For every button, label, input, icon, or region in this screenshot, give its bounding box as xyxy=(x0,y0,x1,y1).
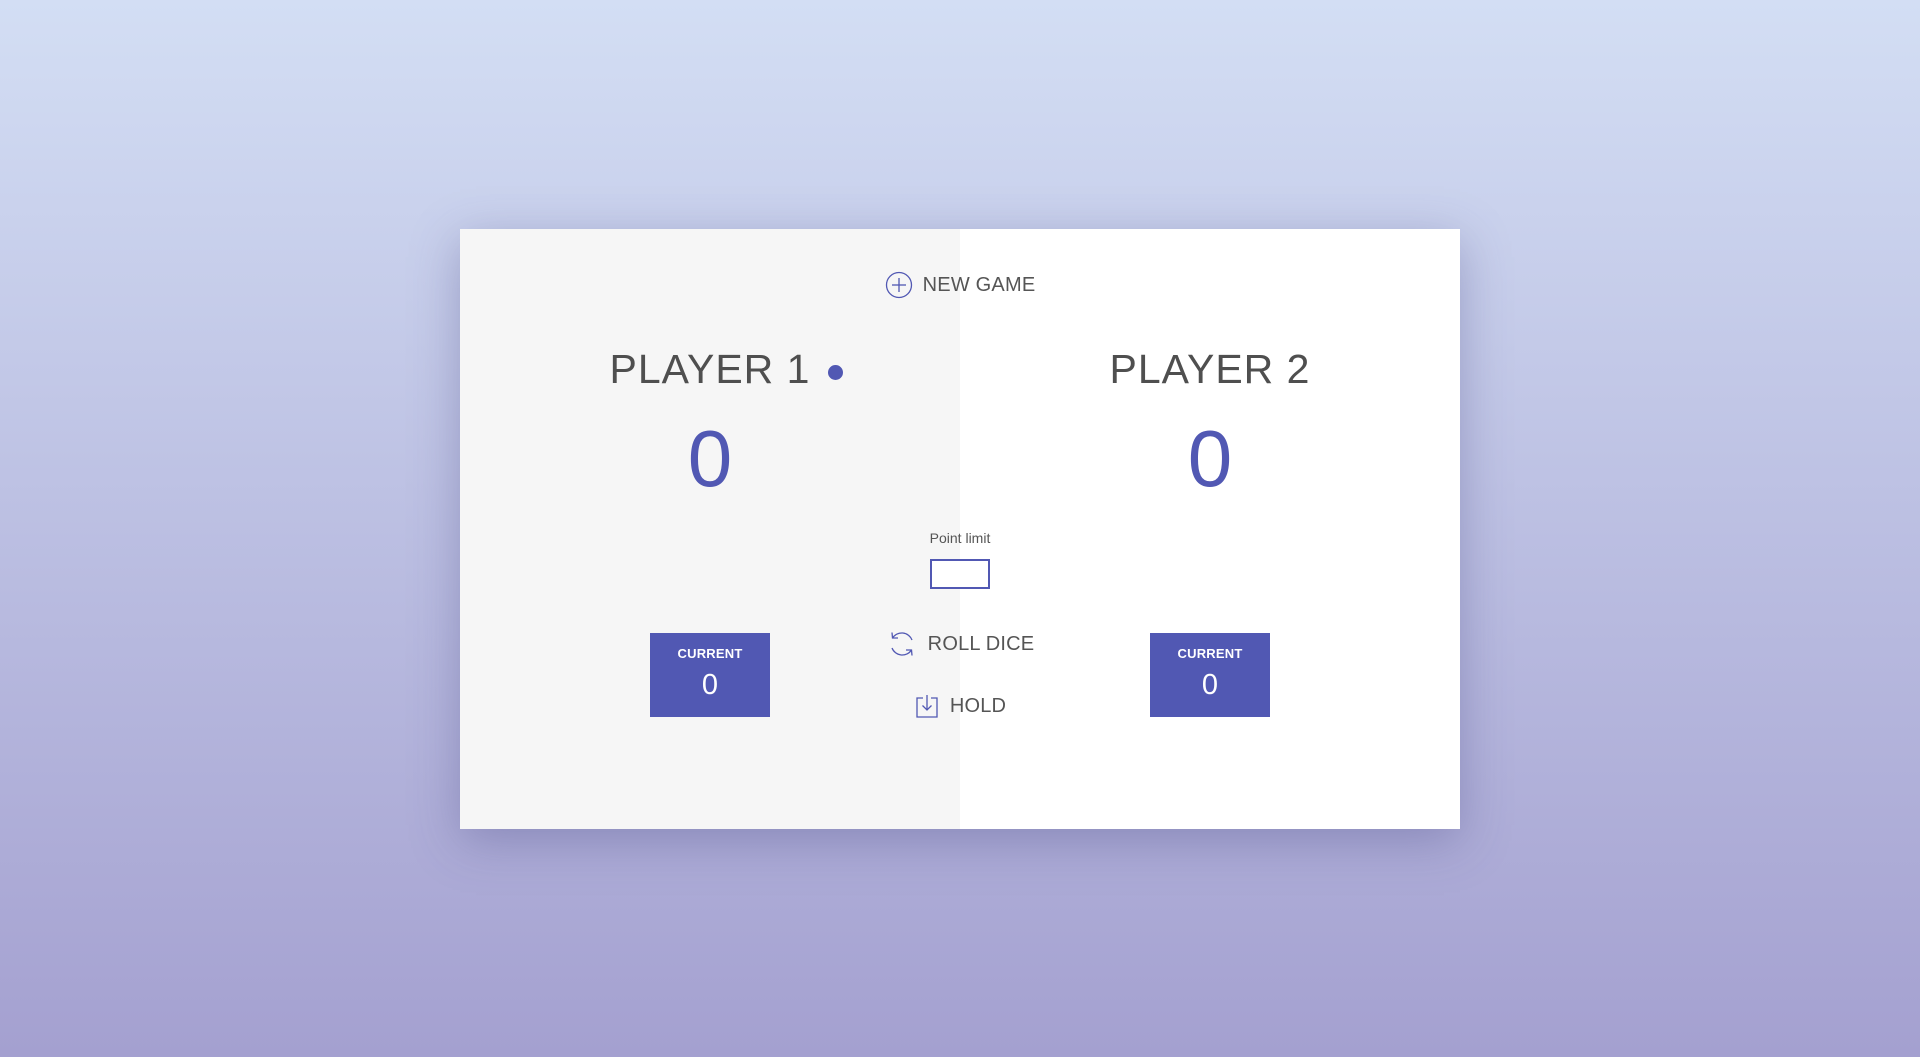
player-2-current-box: CURRENT 0 xyxy=(1150,633,1270,717)
roll-dice-label: ROLL DICE xyxy=(927,632,1035,655)
download-icon xyxy=(916,695,938,718)
refresh-icon xyxy=(891,632,913,656)
plus-circle-icon xyxy=(885,271,912,299)
player-1-score: 0 xyxy=(687,414,733,503)
player-2-panel: PLAYER 2 0 CURRENT 0 xyxy=(960,229,1460,829)
active-dot-icon xyxy=(828,365,843,380)
player-2-current-score: 0 xyxy=(1201,669,1219,701)
game-board: PLAYER 1 0 CURRENT 0 PLAYER 2 0 CURRENT … xyxy=(460,229,1460,829)
player-1-current-score: 0 xyxy=(701,669,719,701)
player-1-panel: PLAYER 1 0 CURRENT 0 xyxy=(460,229,960,829)
player-1-name: PLAYER 1 xyxy=(609,346,811,392)
player-2-name: PLAYER 2 xyxy=(1109,346,1311,392)
new-game-label: NEW GAME xyxy=(922,273,1036,296)
roll-dice-button[interactable]: ROLL DICE xyxy=(860,626,1060,662)
hold-label: HOLD xyxy=(949,694,1007,717)
player-2-score: 0 xyxy=(1187,414,1233,503)
player-2-current-label: CURRENT xyxy=(1177,646,1243,661)
new-game-button[interactable]: NEW GAME xyxy=(860,270,1060,300)
player-1-current-label: CURRENT xyxy=(677,646,743,661)
point-limit-label: Point limit xyxy=(929,530,991,546)
player-1-current-box: CURRENT 0 xyxy=(650,633,770,717)
point-limit-input[interactable] xyxy=(930,559,990,589)
hold-button[interactable]: HOLD xyxy=(860,691,1060,721)
